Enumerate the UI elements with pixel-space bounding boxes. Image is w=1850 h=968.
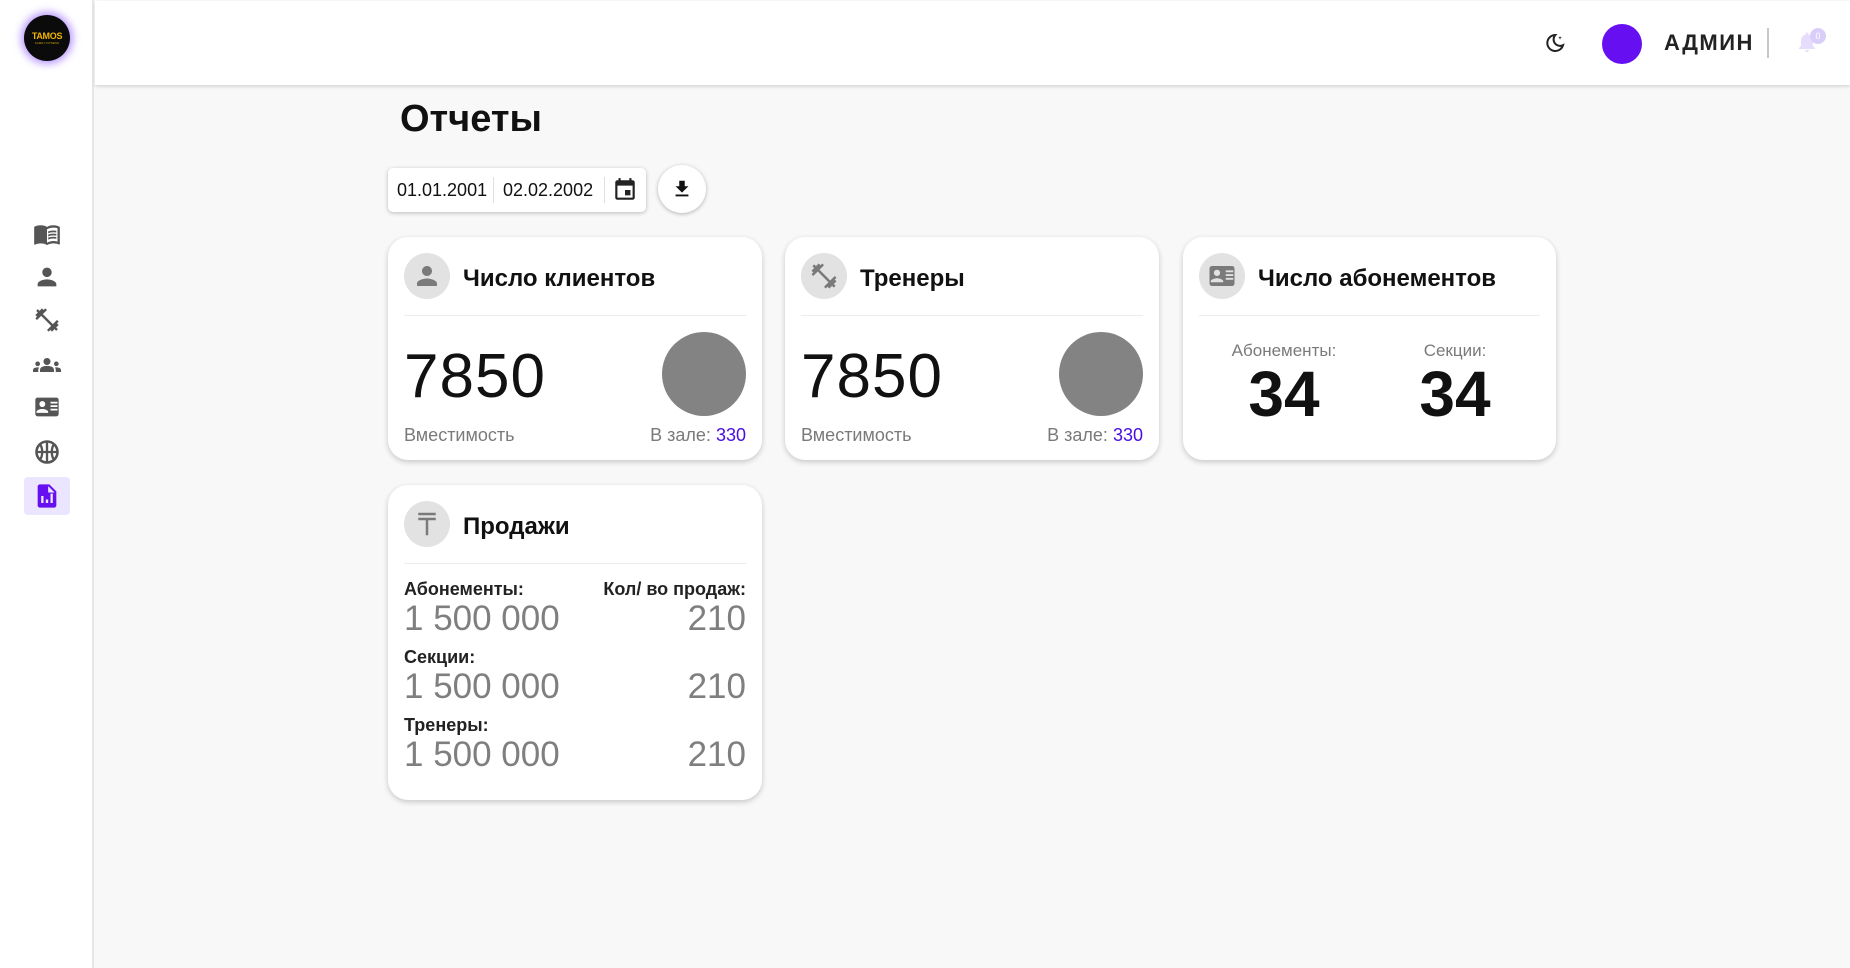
- user-name[interactable]: АДМИН: [1664, 30, 1754, 56]
- sidebar-item-sections[interactable]: [24, 433, 70, 471]
- in-gym-info: В зале: 330: [1047, 425, 1143, 446]
- top-bar: АДМИН 0: [95, 1, 1850, 85]
- sales-row-count: 210: [687, 599, 746, 638]
- sales-count-header: Кол/ во продаж:: [603, 579, 746, 599]
- trainers-card-icon: [801, 253, 847, 299]
- clients-card-title: Число клиентов: [463, 265, 656, 292]
- in-gym-value: 330: [1112, 425, 1143, 445]
- person-icon: [37, 267, 57, 287]
- subscriptions-column: Абонементы: 34: [1214, 341, 1354, 426]
- date-separator: [604, 177, 605, 203]
- sales-row-amount: 1 500 000: [404, 599, 560, 638]
- sales-row-label: Абонементы:: [404, 579, 524, 599]
- in-gym-label: В зале:: [1047, 425, 1108, 445]
- sales-row-amount: 1 500 000: [404, 735, 560, 774]
- card-divider: [404, 563, 746, 564]
- logo-subtext: FAMILY FITNESS: [35, 41, 59, 45]
- group-icon: [33, 358, 61, 372]
- sales-row-label: Тренеры:: [404, 715, 489, 735]
- calendar-icon[interactable]: [612, 177, 638, 203]
- notification-badge: 0: [1810, 28, 1826, 44]
- sales-row-label: Секции:: [404, 647, 476, 667]
- user-avatar[interactable]: [1602, 24, 1642, 64]
- person-icon: [417, 266, 437, 286]
- sales-card-icon: [404, 501, 450, 547]
- capacity-label: Вместимость: [404, 425, 515, 445]
- trainers-card-title: Тренеры: [860, 265, 965, 292]
- trainers-count: 7850: [801, 342, 943, 411]
- tenge-icon: [418, 512, 436, 536]
- header-divider: [1767, 28, 1769, 58]
- in-gym-info: В зале: 330: [650, 425, 746, 446]
- sections-value: 34: [1419, 358, 1491, 430]
- moon-icon[interactable]: [1543, 31, 1567, 55]
- subscriptions-card: Число абонементов Абонементы: 34 Секции:…: [1183, 237, 1556, 460]
- sidebar-item-clients[interactable]: [24, 258, 70, 296]
- sidebar: TAMOS FAMILY FITNESS: [0, 0, 94, 968]
- date-from-input[interactable]: 01.01.2001: [397, 180, 487, 201]
- subscriptions-card-title: Число абонементов: [1258, 265, 1497, 292]
- id-card-icon: [35, 397, 59, 417]
- sidebar-item-trainers[interactable]: [24, 301, 70, 339]
- clients-card: Число клиентов 7850 Вместимость В зале: …: [388, 237, 762, 460]
- trainers-gauge: [1059, 332, 1143, 416]
- in-gym-value: 330: [715, 425, 746, 445]
- download-icon: [675, 180, 689, 197]
- sidebar-item-journal[interactable]: [24, 215, 70, 253]
- card-divider: [801, 315, 1143, 316]
- in-gym-label: В зале:: [650, 425, 711, 445]
- download-button[interactable]: [658, 165, 706, 213]
- sales-row-count: 210: [687, 735, 746, 774]
- page-title: Отчеты: [400, 98, 542, 140]
- subscriptions-card-icon: [1199, 253, 1245, 299]
- sales-card: Продажи Абонементы: Кол/ во продаж: 1 50…: [388, 485, 762, 800]
- date-separator: [493, 177, 494, 203]
- clients-count: 7850: [404, 342, 546, 411]
- app-logo[interactable]: TAMOS FAMILY FITNESS: [24, 15, 70, 61]
- sales-row-amount: 1 500 000: [404, 667, 560, 706]
- dumbbell-icon: [35, 308, 59, 332]
- date-range-picker[interactable]: 01.01.2001 02.02.2002: [388, 168, 646, 212]
- trainers-card: Тренеры 7850 Вместимость В зале: 330: [785, 237, 1159, 460]
- id-card-icon: [1209, 266, 1235, 286]
- open-book-icon: [34, 225, 60, 246]
- sidebar-item-subscriptions[interactable]: [24, 388, 70, 426]
- sidebar-item-groups[interactable]: [24, 346, 70, 384]
- clients-card-icon: [404, 253, 450, 299]
- capacity-label: Вместимость: [801, 425, 912, 445]
- card-divider: [1199, 315, 1540, 316]
- logo-text: TAMOS: [31, 31, 63, 41]
- sales-card-title: Продажи: [463, 513, 570, 540]
- sections-column: Секции: 34: [1385, 341, 1525, 426]
- dumbbell-icon: [811, 263, 837, 289]
- date-to-input[interactable]: 02.02.2002: [503, 180, 593, 201]
- clients-gauge: [662, 332, 746, 416]
- sales-row-count: 210: [687, 667, 746, 706]
- card-divider: [404, 315, 746, 316]
- subscriptions-value: 34: [1248, 358, 1320, 430]
- basketball-icon: [35, 440, 59, 464]
- report-icon: [37, 484, 57, 508]
- sidebar-item-reports[interactable]: [24, 477, 70, 515]
